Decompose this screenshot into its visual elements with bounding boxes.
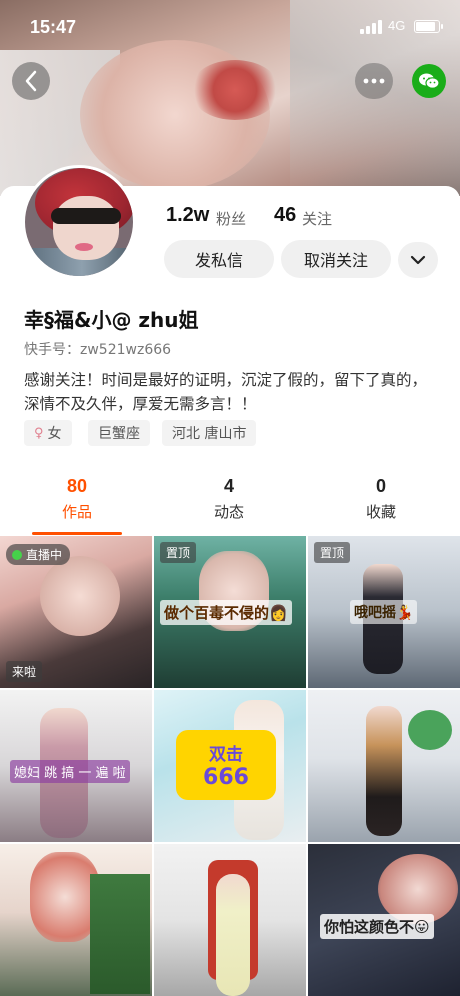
content-tabs: 80 作品 4 动态 0 收藏 [0, 468, 460, 536]
avatar[interactable] [22, 165, 136, 279]
network-type: 4G [388, 18, 406, 33]
status-bar: 15:47 4G [0, 0, 460, 56]
back-button[interactable] [12, 62, 50, 100]
chevron-left-icon [25, 70, 37, 92]
ellipsis-icon [363, 78, 385, 84]
video-thumbnail[interactable]: 你怕这颜色不😛 [308, 844, 460, 996]
caption-badge: 来啦 [6, 661, 43, 682]
signal-icon [360, 20, 382, 34]
live-dot-icon [12, 549, 22, 560]
cover-shape [190, 60, 280, 120]
video-caption: 做个百毒不侵的👩 [160, 600, 292, 625]
tab-favorites[interactable]: 0 收藏 [306, 468, 456, 522]
tab-label: 动态 [213, 503, 244, 521]
battery-icon [414, 20, 443, 33]
sticker-text: 双击 [209, 745, 243, 765]
zodiac-tag: 巨蟹座 [88, 420, 150, 446]
video-caption: 你怕这颜色不😛 [320, 914, 434, 939]
tab-label: 收藏 [365, 503, 396, 521]
video-thumbnail[interactable]: 媳妇 跳 搞 一 遍 啦 [0, 690, 152, 842]
profile-bio: 感谢关注！时间是最好的证明，沉淀了假的，留下了真的，深情不及久伴，厚爱无需多言！… [24, 371, 428, 413]
gender-tag: ♀ 女 [24, 420, 72, 446]
followers-count[interactable]: 1.2w [166, 204, 209, 227]
tag-label: 巨蟹座 [98, 426, 140, 442]
message-button[interactable]: 发私信 [164, 240, 274, 278]
wechat-share-button[interactable] [412, 64, 446, 98]
video-thumbnail[interactable] [0, 844, 152, 996]
pinned-badge: 置顶 [314, 542, 351, 563]
kwai-id[interactable]: 快手号：zw521wz666 [24, 339, 171, 359]
following-count[interactable]: 46 [274, 204, 296, 227]
video-caption: 哦吧摇💃 [350, 600, 418, 624]
tab-label: 作品 [61, 503, 92, 521]
wechat-icon [419, 73, 440, 89]
active-tab-indicator [32, 532, 122, 535]
following-label[interactable]: 关注 [302, 208, 332, 229]
video-caption: 媳妇 跳 搞 一 遍 啦 [10, 760, 130, 783]
expand-button[interactable] [398, 242, 438, 278]
double-tap-sticker: 双击 666 [176, 730, 276, 800]
video-thumbnail[interactable]: 直播中 来啦 [0, 536, 152, 688]
tab-count: 80 [66, 476, 88, 496]
location-tag: 河北 唐山市 [162, 420, 257, 446]
video-thumbnail[interactable]: 置顶 做个百毒不侵的👩 [154, 536, 306, 688]
tab-moments[interactable]: 4 动态 [154, 468, 304, 522]
followers-label[interactable]: 粉丝 [216, 208, 246, 229]
unfollow-button[interactable]: 取消关注 [281, 240, 391, 278]
tab-count: 0 [375, 476, 386, 496]
video-grid: 直播中 来啦 置顶 做个百毒不侵的👩 置顶 哦吧摇💃 媳妇 跳 搞 一 遍 啦 … [0, 536, 460, 996]
chevron-down-icon [410, 255, 426, 265]
live-badge: 直播中 [6, 544, 71, 565]
status-time: 15:47 [30, 17, 77, 37]
more-button[interactable] [355, 63, 393, 99]
profile-name: 幸§福&小@ zhu姐 [24, 308, 199, 332]
live-label: 直播中 [26, 548, 63, 562]
pinned-badge: 置顶 [160, 542, 197, 563]
video-thumbnail[interactable] [154, 844, 306, 996]
female-icon: ♀ [34, 425, 44, 441]
video-thumbnail[interactable]: 置顶 哦吧摇💃 [308, 536, 460, 688]
video-thumbnail[interactable]: 双击 666 [154, 690, 306, 842]
tag-label: 女 [47, 426, 62, 442]
video-thumbnail[interactable] [308, 690, 460, 842]
tab-works[interactable]: 80 作品 [2, 468, 152, 522]
sticker-number: 666 [203, 765, 249, 790]
tag-label: 河北 唐山市 [172, 426, 247, 442]
tab-count: 4 [223, 476, 234, 496]
